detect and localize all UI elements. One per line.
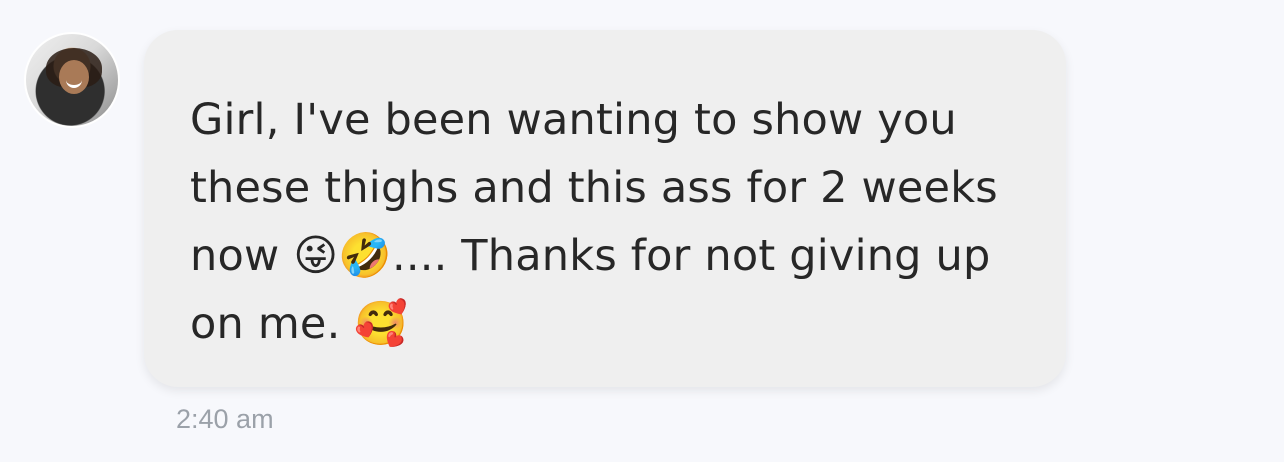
avatar[interactable] xyxy=(24,32,120,128)
previous-message-fragment xyxy=(520,0,670,4)
avatar-face xyxy=(59,60,89,94)
message-bubble[interactable]: Girl, I've been wanting to show you thes… xyxy=(144,30,1066,387)
message-text: Girl, I've been wanting to show you thes… xyxy=(190,95,998,349)
message-row: Girl, I've been wanting to show you thes… xyxy=(24,30,1124,450)
message-timestamp: 2:40 am xyxy=(176,404,274,434)
